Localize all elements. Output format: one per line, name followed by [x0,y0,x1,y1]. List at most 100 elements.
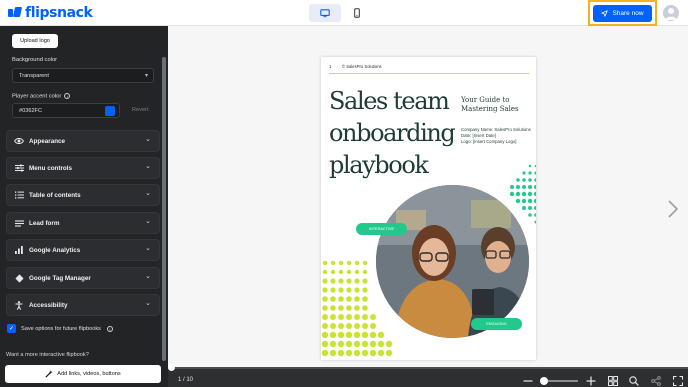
subtitle-line: Your Guide to [461,96,510,104]
mobile-view-button[interactable] [341,4,373,22]
panel-table-of-contents[interactable]: Table of contents ⌄ [6,184,160,206]
sliders-icon [14,163,24,173]
chevron-down-icon: ⌄ [145,163,151,170]
sidebar-scrollbar[interactable] [162,57,166,361]
zoom-slider-track[interactable] [543,380,578,382]
page-company-header: © SalesPro Solutions [342,64,382,69]
flipbook-page[interactable]: 1 © SalesPro Solutions Sales team onboar… [321,57,536,360]
students-photo [376,185,529,338]
background-color-value: Transparent [19,72,49,79]
search-button[interactable] [628,375,640,387]
monitor-icon [320,8,330,17]
chevron-down-icon: ⌄ [145,300,151,307]
share-now-button[interactable]: Share now [593,5,652,22]
desktop-view-button[interactable] [309,4,341,22]
page-headline: Sales team onboarding playbook [329,85,456,181]
info-icon[interactable]: i [106,325,113,332]
thumbnails-button[interactable] [607,375,619,387]
info-icon[interactable]: i [64,93,71,99]
user-avatar[interactable] [663,5,679,21]
page-count: 1 / 10 [178,377,194,383]
form-icon [14,218,24,228]
panel-lead-form[interactable]: Lead form ⌄ [6,212,160,234]
chevron-down-icon: ▾ [144,73,148,79]
background-color-label: Background color [12,57,58,63]
panel-google-analytics[interactable]: Google Analytics ⌄ [6,239,160,261]
next-page-arrow-icon[interactable] [667,199,679,219]
eye-icon [14,136,24,146]
player-accent-color-input[interactable]: #0362FC [12,103,120,118]
search-icon [629,376,639,386]
subtitle-line: Mastering Sales [461,105,519,113]
share-highlight: Share now [588,0,657,26]
save-options-row: ✓ Save options for future flipbooks i [7,324,113,333]
chevron-down-icon: ⌄ [145,190,151,197]
magic-wand-icon [45,370,53,378]
plus-icon [586,376,596,386]
page-number: 1 [329,64,332,69]
diamond-icon [14,273,24,283]
logo-text: flipsnack [25,5,93,21]
save-options-label: Save options for future flipbooks [21,325,101,332]
engaging-pill: ENGAGING [471,318,522,330]
background-color-select[interactable]: Transparent ▾ [12,68,154,83]
bar-chart-icon [14,245,24,255]
chevron-down-icon: ⌄ [145,273,151,280]
headline-line: onboarding [329,119,456,147]
save-options-checkbox[interactable]: ✓ [7,324,16,333]
panel-label: Accessibility [29,301,68,309]
zoom-out-button[interactable] [522,375,534,387]
upload-logo-button[interactable]: Upload logo [12,34,58,48]
panel-label: Table of contents [29,191,81,199]
zoom-slider-handle[interactable] [540,377,548,385]
page-meta: Company Name: SalesPro Solutions Date: [… [461,127,531,145]
panel-accessibility[interactable]: Accessibility ⌄ [6,294,160,316]
zoom-in-button[interactable] [585,375,597,387]
flipsnack-logo-mark-icon [8,7,23,19]
panel-label: Appearance [29,137,66,145]
player-accent-label-text: Player accent color [12,93,62,100]
interactive-pill: INTERACTIVE [356,223,407,235]
panel-google-tag-manager[interactable]: Google Tag Manager ⌄ [6,267,160,289]
page-subtitle: Your Guide to Mastering Sales [461,96,519,114]
grid-icon [608,376,618,386]
accessibility-icon [14,300,24,310]
user-icon [665,8,677,20]
chevron-down-icon: ⌄ [145,136,151,143]
panel-label: Menu controls [29,164,73,172]
device-toggle [309,4,373,22]
panel-label: Lead form [29,219,60,227]
player-accent-color-value: #0362FC [19,107,43,114]
add-links-label: Add links, videos, buttons [57,371,121,377]
player-accent-color-label: Player accent color i [12,93,71,100]
list-icon [14,190,24,200]
panel-appearance[interactable]: Appearance ⌄ [6,130,160,152]
panel-label: Google Analytics [29,246,81,254]
share-now-label: Share now [612,10,644,17]
flipsnack-logo[interactable]: flipsnack [8,5,93,21]
fullscreen-icon [673,376,683,386]
share-player-button[interactable] [650,375,662,387]
top-bar: flipsnack Share now [0,0,688,26]
interactive-promo-text: Want a more interactive flipbook? [6,352,89,358]
phone-icon [354,8,360,18]
header-divider [329,73,529,74]
page-progress-track[interactable] [168,367,688,369]
revert-button[interactable]: Revert [132,107,148,113]
page-progress-handle[interactable] [168,364,175,371]
headline-line: playbook [329,151,429,179]
students-illustration [376,185,529,338]
minus-icon [523,380,533,382]
color-swatch[interactable] [105,106,115,116]
fullscreen-button[interactable] [672,375,684,387]
settings-sidebar: Upload logo Background color Transparent… [0,26,168,387]
send-icon [601,10,609,17]
add-links-button[interactable]: Add links, videos, buttons [5,365,161,383]
share-icon [651,376,661,386]
meta-line: Logo: [Insert Company Logo] [461,139,517,144]
chevron-down-icon: ⌄ [145,245,151,252]
headline-line: Sales team [329,87,450,115]
panel-label: Google Tag Manager [29,274,91,282]
chevron-down-icon: ⌄ [145,218,151,225]
panel-menu-controls[interactable]: Menu controls ⌄ [6,157,160,179]
